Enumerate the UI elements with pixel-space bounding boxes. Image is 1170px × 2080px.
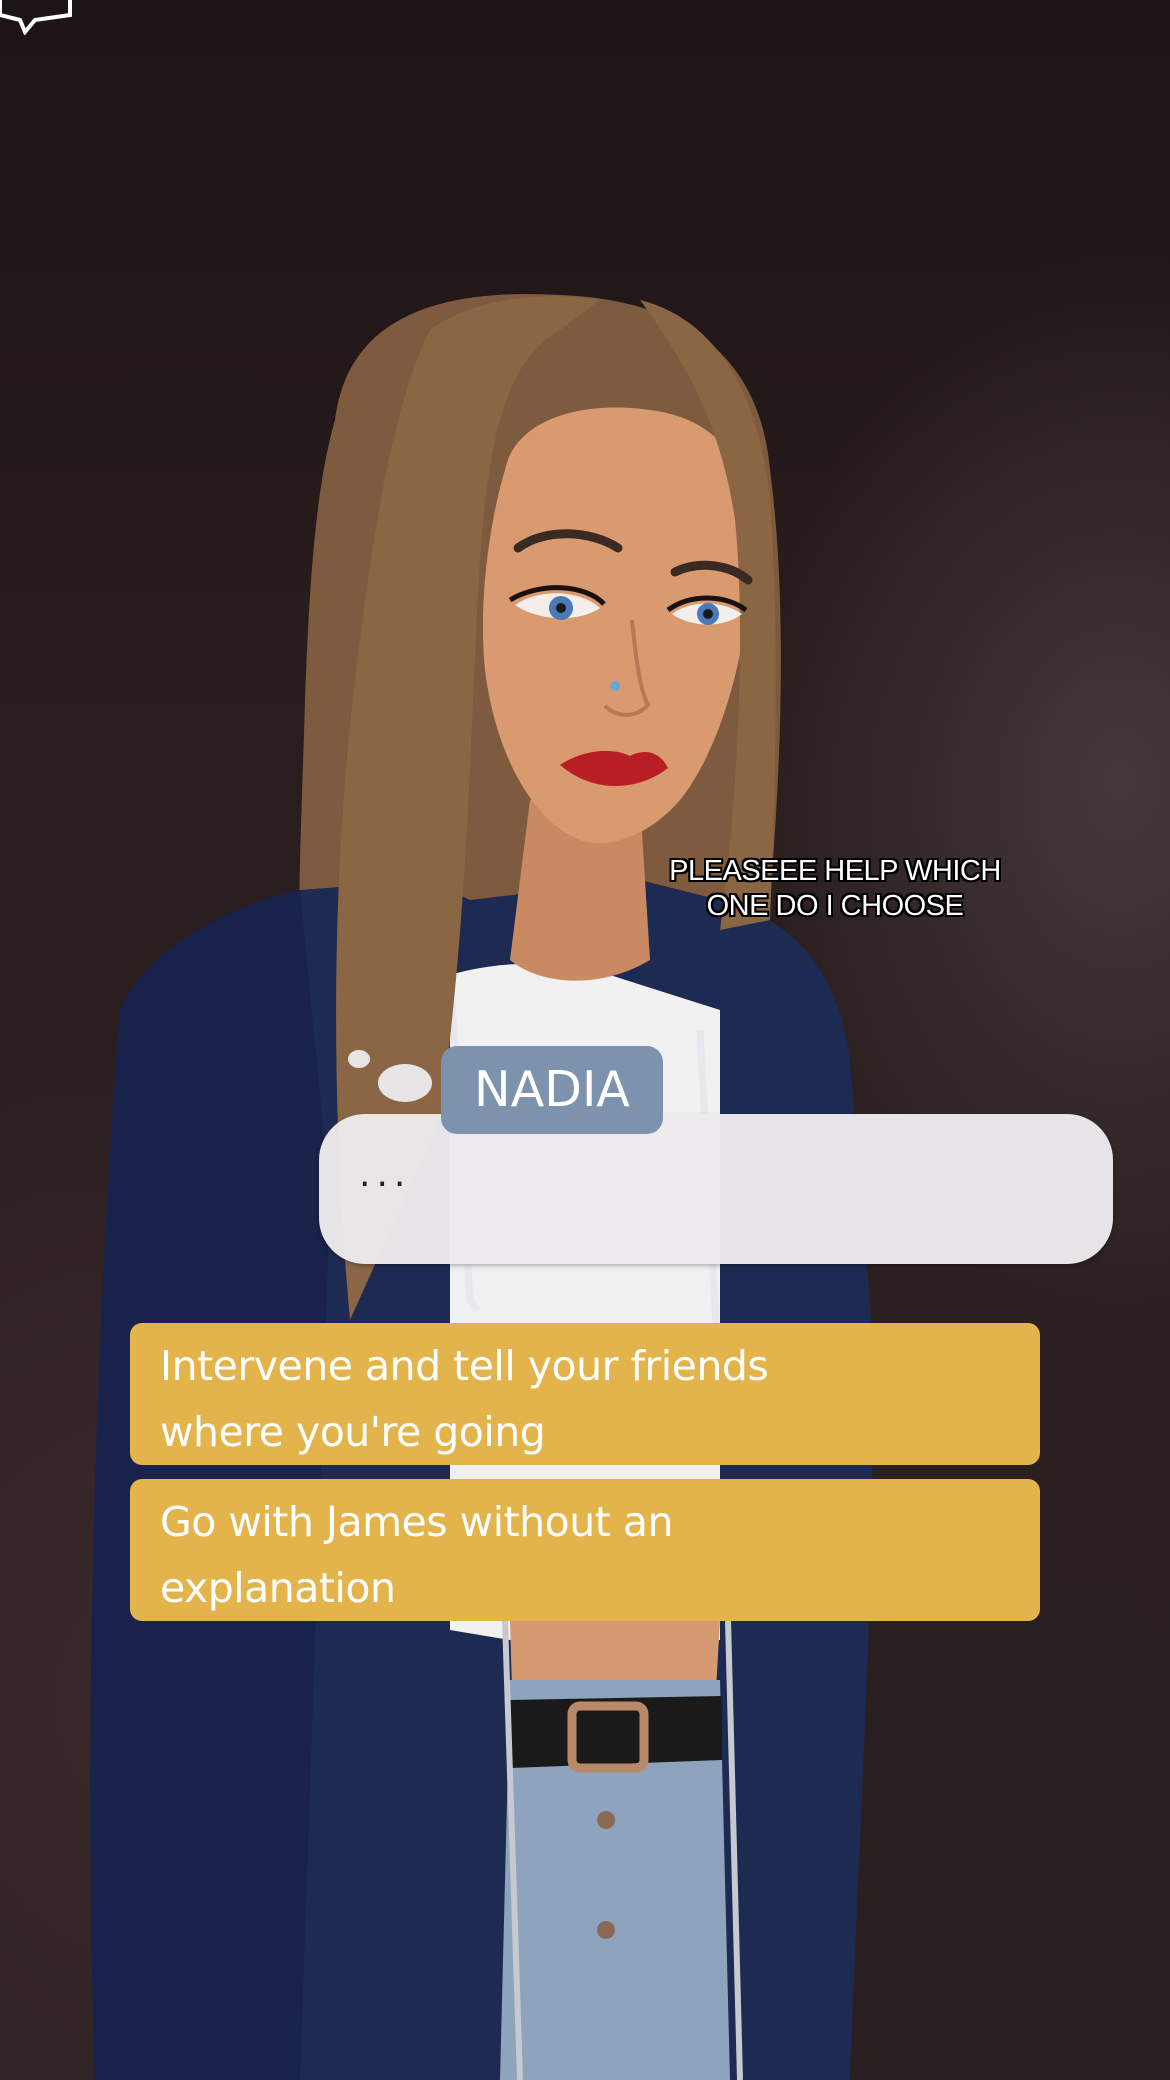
speaker-name-tag: NADIA <box>441 1046 663 1134</box>
character-illustration <box>90 294 873 2080</box>
choice-button-go-with-james[interactable]: Go with James without an explanation <box>130 1479 1040 1621</box>
thought-dot-large <box>378 1064 432 1102</box>
menu-box-icon[interactable] <box>0 0 90 35</box>
choice-label: Intervene and tell your friends where yo… <box>160 1342 769 1456</box>
overlay-caption: PLEASEEE HELP WHICH ONE DO I CHOOSE <box>669 855 1001 922</box>
dialogue-bubble[interactable]: ... <box>319 1114 1113 1264</box>
game-scene: PLEASEEE HELP WHICH ONE DO I CHOOSE NADI… <box>0 0 1170 2080</box>
thought-dot-small <box>348 1050 370 1068</box>
dialogue-text: ... <box>359 1154 412 1195</box>
choice-button-intervene[interactable]: Intervene and tell your friends where yo… <box>130 1323 1040 1465</box>
choice-label: Go with James without an explanation <box>160 1498 673 1612</box>
